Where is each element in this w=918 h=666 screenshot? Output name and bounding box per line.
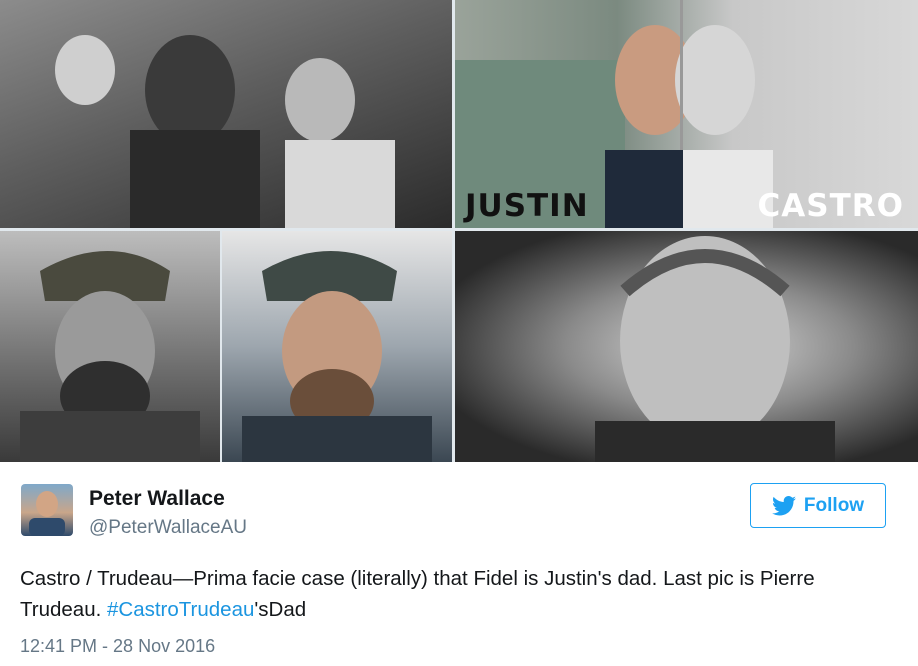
media-photo-castro-portrait[interactable] (0, 231, 220, 462)
author-display-name[interactable]: Peter Wallace (89, 487, 225, 511)
media-photo-pierre-trudeau[interactable] (455, 231, 918, 462)
media-photo-justin-as-castro[interactable] (222, 231, 452, 462)
hashtag-link[interactable]: #CastroTrudeau (107, 598, 254, 621)
follow-button[interactable]: Follow (750, 483, 886, 528)
photo-placeholder (242, 251, 432, 462)
castro-label: CASTRO (757, 188, 904, 224)
justin-label: JUSTIN (465, 188, 589, 224)
photo-placeholder (55, 35, 395, 228)
tweet-media-grid[interactable]: JUSTIN CASTRO (0, 0, 918, 462)
follow-button-label: Follow (803, 494, 865, 516)
tweet-timestamp[interactable]: 12:41 PM - 28 Nov 2016 (20, 636, 215, 657)
tweet-text: Castro / Trudeau—Prima facie case (liter… (20, 563, 900, 625)
tweet-text-suffix: 'sDad (254, 598, 307, 621)
author-handle[interactable]: @PeterWallaceAU (89, 517, 247, 539)
avatar[interactable] (21, 484, 73, 536)
media-photo-castro-with-baby[interactable] (0, 0, 452, 228)
photo-placeholder (595, 236, 835, 462)
profile-photo-icon (29, 491, 65, 536)
photo-placeholder (20, 251, 200, 462)
media-photo-justin-castro-split[interactable]: JUSTIN CASTRO (455, 0, 918, 228)
twitter-bird-icon (771, 495, 796, 515)
